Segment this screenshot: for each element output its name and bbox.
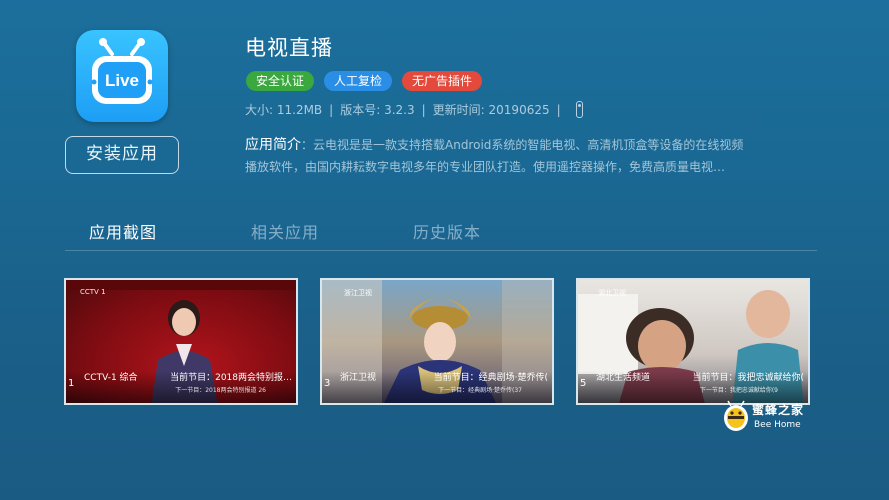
no-ads-badge: 无广告插件 (402, 71, 483, 91)
tab-related-apps[interactable]: 相关应用 (251, 219, 319, 243)
screenshot-number: 1 (68, 378, 75, 389)
screenshot-2[interactable]: 浙江卫视 3 浙江卫视 当前节目：经典剧场·楚乔传( 下一节目：经典剧场·楚乔传… (320, 278, 554, 405)
tab-divider (65, 250, 817, 251)
app-icon: Live (76, 30, 168, 122)
size-text: 大小: 11.2MB (245, 103, 323, 117)
screenshot-number: 3 (324, 378, 331, 389)
tab-history-versions[interactable]: 历史版本 (413, 219, 481, 243)
channel-name: 浙江卫视 (340, 373, 377, 383)
icon-label: Live (105, 71, 139, 90)
channel-logo: CCTV 1 (80, 288, 106, 296)
security-badge: 安全认证 (246, 71, 315, 91)
description-label: 应用简介 (245, 137, 301, 153)
screenshot-1[interactable]: CCTV 1 1 CCTV-1 综合 当前节目：2018两会特别报… 下一节目：… (64, 278, 298, 405)
review-badge: 人工复检 (324, 71, 393, 91)
app-meta: 大小: 11.2MB | 版本号: 3.2.3 | 更新时间: 20190625… (245, 101, 583, 118)
separator: | (329, 102, 334, 117)
channel-name: CCTV-1 综合 (84, 373, 138, 383)
current-program: 当前节目：我把忠诚献给你( (692, 373, 804, 383)
next-program: 下一节目：2018两会特别报道 26 (175, 387, 266, 394)
version-text: 版本号: 3.2.3 (340, 103, 415, 117)
next-program: 下一节目：我把忠诚献给你(9 (699, 387, 778, 394)
separator: | (421, 102, 426, 117)
separator: | (556, 102, 561, 117)
tab-screenshots[interactable]: 应用截图 (89, 219, 157, 243)
screenshot-3[interactable]: 湖北卫视 5 湖北生活频道 当前节目：我把忠诚献给你( 下一节目：我把忠诚献给你… (576, 278, 810, 405)
next-program: 下一节目：经典剧场·楚乔传(37 (438, 387, 522, 394)
screenshot-number: 5 (580, 378, 587, 389)
badge-list: 安全认证 人工复检 无广告插件 (246, 71, 483, 91)
watermark-title: 蜜蜂之家 (752, 403, 805, 417)
description-text: ：云电视是是一款支持搭载Android系统的智能电视、高清机顶盒等设备的在线视频… (245, 138, 744, 174)
tv-icon: Live (91, 38, 153, 104)
app-description: 应用简介：云电视是是一款支持搭载Android系统的智能电视、高清机顶盒等设备的… (245, 134, 745, 178)
update-time-text: 更新时间: 20190625 (432, 103, 550, 117)
remote-control-icon (575, 101, 583, 118)
current-program: 当前节目：经典剧场·楚乔传( (433, 373, 548, 383)
tab-bar: 应用截图 相关应用 历史版本 (89, 219, 575, 243)
watermark-subtitle: Bee Home (754, 420, 801, 430)
channel-logo: 浙江卫视 (344, 289, 372, 297)
install-button[interactable]: 安装应用 (65, 136, 179, 174)
current-program: 当前节目：2018两会特别报… (170, 373, 292, 383)
app-title: 电视直播 (245, 36, 333, 60)
channel-name: 湖北生活频道 (596, 373, 651, 383)
channel-logo: 湖北卫视 (598, 289, 626, 297)
